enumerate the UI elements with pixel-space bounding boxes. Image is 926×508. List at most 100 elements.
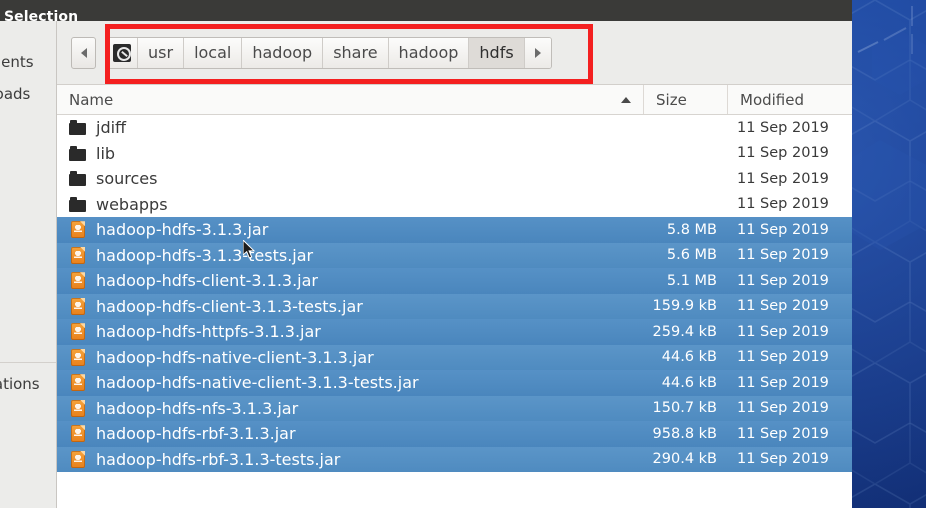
column-header-modified[interactable]: Modified	[727, 85, 852, 114]
file-row[interactable]: hadoop-hdfs-rbf-3.1.3.jar 958.8 kB 11 Sep …	[57, 421, 852, 447]
file-row[interactable]: hadoop-hdfs-native-client-3.1.3-tests.ja…	[57, 370, 852, 396]
file-row[interactable]: hadoop-hdfs-httpfs-3.1.3.jar 259.4 kB 11 S…	[57, 319, 852, 345]
breadcrumb-list: usr local hadoop share hadoop hdfs	[106, 36, 552, 69]
file-name-cell: jdiff	[57, 118, 643, 137]
sidebar-item-documents[interactable]: Documents	[0, 49, 56, 75]
file-name-cell: hadoop-hdfs-client-3.1.3-tests.jar	[57, 297, 643, 316]
file-size-cell: 150.7 kB	[652, 400, 717, 417]
file-name-label: hadoop-hdfs-httpfs-3.1.3.jar	[96, 322, 321, 342]
breadcrumb-scroll-left-button[interactable]	[71, 36, 96, 69]
file-browser-pane: usr local hadoop share hadoop hdfs Name …	[57, 21, 852, 508]
sort-ascending-icon	[621, 96, 631, 103]
file-name-label: hadoop-hdfs-rbf-3.1.3-tests.jar	[96, 449, 341, 469]
file-name-label: hadoop-hdfs-native-client-3.1.3-tests.ja…	[96, 373, 419, 393]
file-size-cell: 44.6 kB	[661, 349, 717, 366]
window-title: Selection	[4, 9, 79, 21]
jar-file-icon	[71, 297, 85, 315]
triangle-left-icon	[80, 47, 87, 58]
file-modified-cell: 11 Sep 2019	[737, 400, 829, 417]
column-header-name-label: Name	[69, 90, 114, 109]
file-size-cell: 958.8 kB	[652, 425, 717, 442]
file-row[interactable]: sources 11 Sep 2019	[57, 166, 852, 192]
breadcrumb-share[interactable]: share	[323, 37, 389, 68]
file-modified-cell: 11 Sep 2019	[737, 272, 829, 289]
file-row[interactable]: hadoop-hdfs-3.1.3.jar 5.8 MB 11 Sep 2019	[57, 217, 852, 243]
file-row[interactable]: jdiff 11 Sep 2019	[57, 115, 852, 141]
file-name-label: hadoop-hdfs-native-client-3.1.3.jar	[96, 347, 374, 367]
column-header-name[interactable]: Name	[57, 91, 643, 109]
file-name-cell: hadoop-hdfs-rbf-3.1.3.jar	[57, 424, 643, 443]
file-row[interactable]: webapps 11 Sep 2019	[57, 192, 852, 218]
jar-file-icon	[71, 221, 85, 239]
jar-file-icon	[71, 272, 85, 290]
folder-icon	[69, 119, 87, 136]
breadcrumb-label: hadoop	[398, 43, 459, 62]
file-name-cell: sources	[57, 169, 643, 188]
sidebar-item-label: Applications	[0, 375, 40, 393]
breadcrumb-local[interactable]: local	[184, 37, 243, 68]
file-row[interactable]: hadoop-hdfs-rbf-3.1.3-tests.jar 290.4 kB 1…	[57, 446, 852, 472]
breadcrumb-hdfs-current[interactable]: hdfs	[469, 37, 525, 68]
breadcrumb-label: hdfs	[479, 43, 514, 62]
file-modified-cell: 11 Sep 2019	[737, 196, 829, 213]
home-location-icon	[113, 43, 131, 62]
jar-file-icon	[71, 323, 85, 341]
path-breadcrumb-bar: usr local hadoop share hadoop hdfs	[57, 21, 852, 85]
breadcrumb-home-button[interactable]	[107, 37, 138, 68]
file-modified-cell: 11 Sep 2019	[737, 119, 829, 136]
file-name-label: jdiff	[96, 118, 127, 138]
file-name-cell: hadoop-hdfs-3.1.3.jar	[57, 220, 643, 239]
breadcrumb-hadoop-2[interactable]: hadoop	[388, 37, 470, 68]
file-modified-cell: 11 Sep 2019	[737, 323, 829, 340]
sidebar-separator	[0, 362, 56, 363]
window-body: Documents Downloads Applications	[0, 21, 852, 508]
sidebar-item-downloads[interactable]: Downloads	[0, 81, 56, 107]
file-size-cell: 259.4 kB	[652, 323, 717, 340]
sidebar-item-applications[interactable]: Applications	[0, 371, 56, 397]
file-row[interactable]: hadoop-hdfs-nfs-3.1.3.jar 150.7 kB 11 Sep …	[57, 395, 852, 421]
window-titlebar: Selection	[0, 0, 852, 21]
file-name-cell: hadoop-hdfs-native-client-3.1.3-tests.ja…	[57, 373, 643, 392]
file-row[interactable]: hadoop-hdfs-native-client-3.1.3.jar 44.6 …	[57, 344, 852, 370]
breadcrumb-scroll-right-button[interactable]	[524, 37, 551, 68]
file-name-label: hadoop-hdfs-client-3.1.3-tests.jar	[96, 296, 363, 316]
breadcrumb-hadoop[interactable]: hadoop	[242, 37, 324, 68]
file-name-cell: hadoop-hdfs-rbf-3.1.3-tests.jar	[57, 450, 643, 469]
file-name-cell: lib	[57, 144, 643, 163]
file-row[interactable]: hadoop-hdfs-client-3.1.3.jar 5.1 MB 11 Sep…	[57, 268, 852, 294]
jar-file-icon	[71, 246, 85, 264]
places-sidebar: Documents Downloads Applications	[0, 21, 57, 508]
column-header-modified-label: Modified	[740, 90, 805, 109]
breadcrumb-usr[interactable]: usr	[138, 37, 185, 68]
file-modified-cell: 11 Sep 2019	[737, 425, 829, 442]
file-name-label: hadoop-hdfs-rbf-3.1.3.jar	[96, 424, 296, 444]
file-modified-cell: 11 Sep 2019	[737, 247, 829, 264]
file-name-label: lib	[96, 143, 116, 163]
breadcrumb-label: hadoop	[252, 43, 313, 62]
breadcrumb-label: local	[194, 43, 232, 62]
file-chooser-window: Selection Documents Downloads Applicatio…	[0, 0, 852, 508]
file-row[interactable]: lib 11 Sep 2019	[57, 141, 852, 167]
breadcrumb-label: share	[333, 43, 378, 62]
file-list[interactable]: jdiff 11 Sep 2019 lib 11 Sep 2019 sources 11 …	[57, 115, 852, 508]
file-name-label: hadoop-hdfs-3.1.3.jar	[96, 220, 269, 240]
file-name-cell: webapps	[57, 195, 643, 214]
file-name-label: hadoop-hdfs-3.1.3-tests.jar	[96, 245, 314, 265]
file-name-label: sources	[96, 169, 158, 189]
file-size-cell: 159.9 kB	[652, 298, 717, 315]
file-modified-cell: 11 Sep 2019	[737, 451, 829, 468]
file-modified-cell: 11 Sep 2019	[737, 298, 829, 315]
column-header-size[interactable]: Size	[643, 85, 727, 114]
file-name-cell: hadoop-hdfs-client-3.1.3.jar	[57, 271, 643, 290]
sidebar-item-label: Downloads	[0, 85, 31, 103]
file-row[interactable]: hadoop-hdfs-client-3.1.3-tests.jar 159.9 …	[57, 293, 852, 319]
file-row[interactable]: hadoop-hdfs-3.1.3-tests.jar 5.6 MB 11 Sep …	[57, 242, 852, 268]
file-name-label: hadoop-hdfs-nfs-3.1.3.jar	[96, 398, 299, 418]
file-name-label: hadoop-hdfs-client-3.1.3.jar	[96, 271, 318, 291]
file-size-cell: 44.6 kB	[661, 374, 717, 391]
jar-file-icon	[71, 399, 85, 417]
triangle-right-icon	[534, 47, 541, 58]
file-modified-cell: 11 Sep 2019	[737, 145, 829, 162]
file-size-cell: 5.6 MB	[666, 247, 717, 264]
jar-file-icon	[71, 348, 85, 366]
